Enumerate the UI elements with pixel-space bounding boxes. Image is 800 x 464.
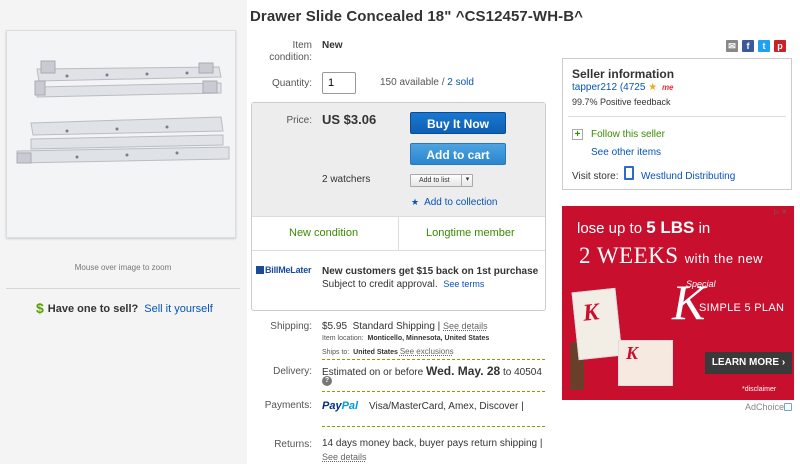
- store-icon: [624, 166, 634, 180]
- ad-special-text: Special: [686, 279, 716, 289]
- plus-icon[interactable]: +: [572, 129, 583, 140]
- see-exclusions-link[interactable]: See exclusions: [400, 347, 454, 356]
- delivery-label: Delivery:: [273, 366, 312, 377]
- returns-see-details-link[interactable]: See details: [322, 452, 367, 462]
- returns-policy: 14 days money back, buyer pays return sh…: [322, 438, 543, 449]
- item-location-value: Monticello, Minnesota, United States: [367, 335, 490, 342]
- quantity-label: Quantity:: [271, 78, 312, 89]
- billmelater-headline: New customers get $15 back on 1st purcha…: [322, 266, 539, 277]
- shipping-method: Standard Shipping: [352, 321, 435, 332]
- chevron-down-icon[interactable]: ▾: [461, 174, 473, 187]
- me-badge-icon[interactable]: me: [662, 83, 674, 92]
- payments-label: Payments:: [264, 400, 312, 411]
- returns-label: Returns:: [274, 439, 312, 450]
- star-icon: ★: [411, 197, 420, 207]
- store-name-link[interactable]: Westlund Distributing: [641, 171, 735, 182]
- add-to-collection-link[interactable]: Add to collection: [424, 197, 497, 208]
- adchoice-link[interactable]: AdChoice: [745, 402, 784, 412]
- ships-to: Ships to: United States See exclusions: [322, 347, 454, 356]
- ad-disclaimer: *disclaimer: [742, 386, 777, 393]
- watchers-count: 2 watchers: [322, 174, 371, 185]
- sell-row: $ Have one to sell? Sell it yourself: [36, 300, 213, 316]
- seller-score-link[interactable]: (4725: [620, 82, 646, 93]
- new-condition-badge: New condition: [289, 227, 359, 239]
- ad-subheadline: 2 WEEKS with the new: [579, 243, 764, 268]
- shipping-see-details-link[interactable]: See details: [443, 321, 488, 331]
- available-count: 150 available: [380, 77, 439, 88]
- add-to-cart-button[interactable]: Add to cart: [410, 143, 506, 165]
- add-to-collection[interactable]: ★ Add to collection: [411, 197, 497, 208]
- product-image[interactable]: [6, 30, 236, 238]
- price-label: Price:: [286, 115, 312, 126]
- twitter-share-icon[interactable]: t: [758, 40, 770, 52]
- condition-label: Item condition:: [269, 40, 312, 63]
- seller-info-title: Seller information: [572, 67, 675, 81]
- follow-seller-link[interactable]: Follow this seller: [591, 129, 665, 140]
- shipping-cost: $5.95: [322, 321, 348, 332]
- divider: [252, 250, 545, 251]
- divider: [322, 359, 545, 360]
- star-icon: ★: [648, 82, 658, 93]
- see-terms-link[interactable]: See terms: [443, 279, 484, 289]
- paypal-logo: PayPal: [322, 400, 359, 412]
- price-value: US $3.06: [322, 112, 377, 127]
- quantity-input[interactable]: [322, 72, 356, 94]
- dollar-icon: $: [36, 300, 44, 316]
- ad-close-icon[interactable]: ▷ ✕: [774, 208, 787, 216]
- seller-name-link[interactable]: tapper212: [572, 82, 617, 93]
- ships-to-value: United States: [353, 349, 398, 356]
- visit-store-label: Visit store:: [572, 171, 619, 182]
- buy-it-now-button[interactable]: Buy It Now: [410, 112, 506, 134]
- billmelater-offer: New customers get $15 back on 1st purcha…: [322, 266, 542, 291]
- ad-learn-more-button[interactable]: LEARN MORE ›: [705, 352, 792, 374]
- drawer-slide-photo: [7, 31, 235, 237]
- divider: [568, 116, 786, 117]
- info-icon[interactable]: ?: [322, 376, 332, 386]
- billmelater-check-icon: [256, 266, 264, 274]
- ad-k-logo: K: [626, 343, 639, 363]
- sold-link[interactable]: 2 sold: [447, 77, 474, 88]
- delivery-estimate: Estimated on or before Wed. May. 28 to 4…: [322, 364, 542, 378]
- email-share-icon[interactable]: ✉: [726, 40, 738, 52]
- sell-it-yourself-link[interactable]: Sell it yourself: [144, 303, 212, 315]
- see-other-items-link[interactable]: See other items: [591, 147, 661, 158]
- divider: [398, 216, 399, 250]
- billmelater-logo: BillMeLater: [256, 265, 312, 275]
- divider: [322, 391, 545, 392]
- ad-headline: lose up to 5 LBS in: [577, 218, 711, 237]
- item-location: Item location: Monticello, Minnesota, Un…: [322, 335, 490, 342]
- shipping-info: $5.95 Standard Shipping | See details: [322, 321, 488, 332]
- ad-k-logo: K: [581, 299, 601, 327]
- seller-row: tapper212 (4725 ★ me: [572, 82, 674, 93]
- zoom-hint: Mouse over image to zoom: [74, 263, 172, 272]
- billmelater-sub: Subject to credit approval.: [322, 279, 438, 290]
- pinterest-share-icon[interactable]: p: [774, 40, 786, 52]
- condition-value: New: [322, 40, 343, 51]
- delivery-date: Wed. May. 28: [425, 364, 501, 378]
- ad-plan-name: SIMPLE 5 PLAN: [699, 302, 785, 314]
- seller-feedback: 99.7% Positive feedback: [572, 97, 671, 107]
- adchoice-icon[interactable]: [784, 403, 792, 411]
- sell-question: Have one to sell?: [47, 303, 139, 315]
- longtime-member-badge: Longtime member: [426, 227, 515, 239]
- divider: [6, 288, 240, 289]
- item-title: Drawer Slide Concealed 18" ^CS12457-WH-B…: [250, 8, 584, 25]
- payment-methods: Visa/MasterCard, Amex, Discover |: [369, 401, 524, 412]
- divider: [322, 426, 545, 427]
- availability: 150 available / 2 sold: [380, 77, 474, 88]
- shipping-label: Shipping:: [270, 321, 312, 332]
- facebook-share-icon[interactable]: f: [742, 40, 754, 52]
